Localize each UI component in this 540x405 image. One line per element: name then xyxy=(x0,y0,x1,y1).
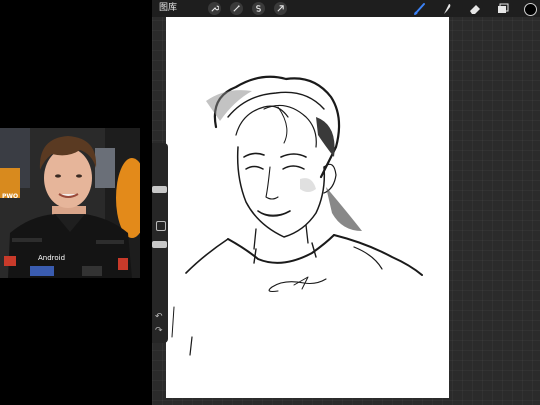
undo-button[interactable]: ↶ xyxy=(155,313,163,322)
eraser-icon[interactable] xyxy=(468,2,482,15)
layers-icon[interactable] xyxy=(496,2,510,15)
selection-s-icon[interactable] xyxy=(252,2,265,15)
color-picker-button[interactable] xyxy=(524,3,537,16)
brush-icon[interactable] xyxy=(413,2,427,15)
size-slider[interactable] xyxy=(152,186,167,193)
modify-button[interactable] xyxy=(156,221,166,231)
transform-arrow-icon[interactable] xyxy=(274,2,287,15)
opacity-slider[interactable] xyxy=(152,241,167,248)
gallery-button[interactable]: 图库 xyxy=(159,3,177,14)
adjustments-wand-icon[interactable] xyxy=(230,2,243,15)
redo-button[interactable]: ↷ xyxy=(155,327,163,336)
smudge-icon[interactable] xyxy=(440,2,454,15)
reference-logo-pwo: PWO xyxy=(2,193,19,200)
reference-photo xyxy=(0,128,140,278)
drawing-canvas[interactable] xyxy=(166,17,449,398)
reference-logo-android: Android xyxy=(38,254,66,262)
actions-wrench-icon[interactable] xyxy=(208,2,221,15)
